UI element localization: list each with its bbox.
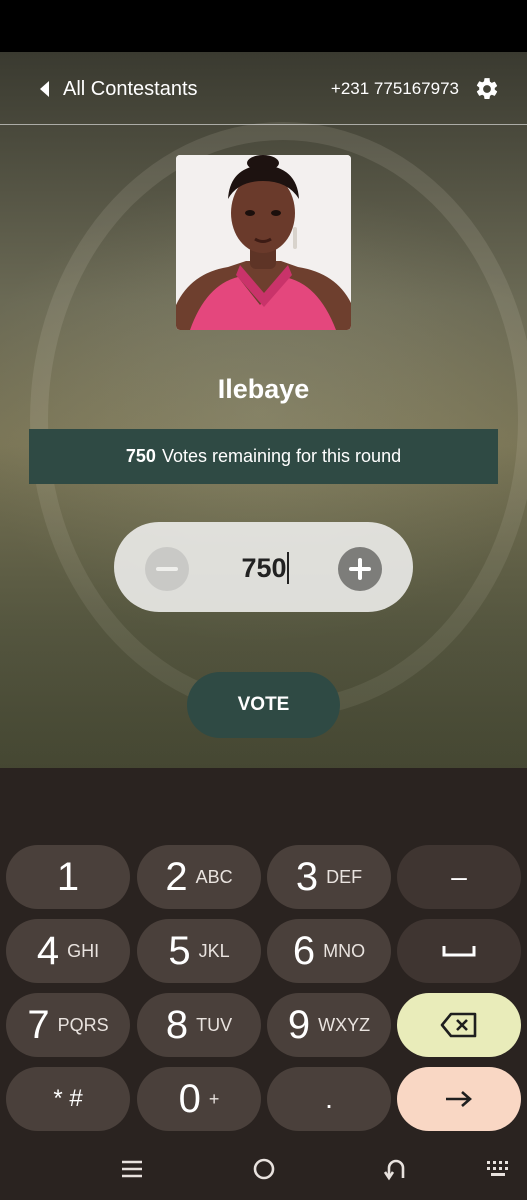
key-digit: 0: [178, 1077, 201, 1121]
key-letters: GHI: [67, 940, 100, 961]
contestant-portrait-image: [176, 155, 351, 330]
key-letters: +: [208, 1088, 220, 1109]
minus-icon: [156, 567, 178, 571]
space-icon: [442, 946, 476, 957]
decrement-button[interactable]: [145, 547, 189, 591]
key-dash[interactable]: –: [397, 845, 521, 909]
top-bar: All Contestants +231 775167973: [0, 52, 527, 125]
key-space[interactable]: [397, 919, 521, 983]
vote-count-input[interactable]: [219, 546, 309, 590]
key-digit: 7: [27, 1003, 50, 1047]
key-3[interactable]: 3 DEF: [267, 845, 391, 909]
keyboard-switch-icon[interactable]: [483, 1154, 513, 1184]
key-digit: 1: [56, 855, 80, 899]
plus-icon: [349, 558, 371, 580]
key-backspace[interactable]: [397, 993, 521, 1057]
key-6[interactable]: 6 MNO: [267, 919, 391, 983]
key-digit: 4: [36, 929, 60, 973]
vote-screen: All Contestants +231 775167973 Ilebaye 7…: [0, 52, 527, 768]
key-9[interactable]: 9 WXYZ: [267, 993, 391, 1057]
key-digit: 2: [165, 855, 188, 899]
key-symbol: .: [325, 1083, 333, 1114]
key-symbol: –: [451, 861, 467, 892]
key-digit: 9: [287, 1003, 311, 1047]
key-digit: 3: [295, 855, 319, 899]
home-circle-icon[interactable]: [249, 1154, 279, 1184]
increment-button[interactable]: [338, 547, 382, 591]
chevron-left-icon: [40, 81, 49, 97]
menu-icon[interactable]: [117, 1154, 147, 1184]
key-5[interactable]: 5 JKL: [137, 919, 261, 983]
vote-stepper: [114, 522, 413, 612]
votes-remaining-banner: 750 Votes remaining for this round: [29, 429, 498, 484]
system-nav-bar: [0, 1140, 527, 1200]
key-letters: DEF: [326, 866, 363, 887]
key-letters: WXYZ: [318, 1014, 371, 1035]
key-symbol: * #: [53, 1085, 83, 1112]
text-caret: [287, 552, 289, 584]
phone-number: +231 775167973: [330, 79, 459, 98]
key-2[interactable]: 2 ABC: [137, 845, 261, 909]
numeric-keyboard: 1 2 ABC 3 DEF – 4 GHI 5 JKL 6 MNO 7 PQRS…: [0, 768, 527, 1200]
key-8[interactable]: 8 TUV: [137, 993, 261, 1057]
key-letters: MNO: [323, 940, 366, 961]
key-letters: TUV: [196, 1014, 233, 1035]
votes-remaining-count: 750: [125, 446, 156, 466]
key-7[interactable]: 7 PQRS: [6, 993, 130, 1057]
vote-button[interactable]: VOTE: [187, 672, 340, 738]
arrow-right-icon: [446, 1091, 472, 1107]
key-0[interactable]: 0 +: [137, 1067, 261, 1131]
back-arc-icon[interactable]: [381, 1154, 411, 1184]
key-letters: ABC: [195, 866, 233, 887]
key-4[interactable]: 4 GHI: [6, 919, 130, 983]
back-label: All Contestants: [63, 77, 198, 100]
votes-remaining-text: Votes remaining for this round: [161, 446, 402, 466]
key-digit: 8: [165, 1003, 189, 1047]
contestant-name: Ilebaye: [217, 374, 310, 404]
backspace-icon: [440, 1012, 477, 1038]
key-digit: 5: [168, 929, 191, 973]
key-enter[interactable]: [397, 1067, 521, 1131]
key-1[interactable]: 1: [6, 845, 130, 909]
key-digit: 6: [292, 929, 316, 973]
gear-icon[interactable]: [474, 76, 500, 102]
key-symbols[interactable]: * #: [6, 1067, 130, 1131]
key-dot[interactable]: .: [267, 1067, 391, 1131]
key-letters: PQRS: [57, 1014, 109, 1035]
key-letters: JKL: [198, 940, 230, 961]
contestant-photo: [176, 155, 351, 330]
back-button[interactable]: All Contestants: [40, 74, 198, 104]
status-bar: [0, 0, 527, 52]
